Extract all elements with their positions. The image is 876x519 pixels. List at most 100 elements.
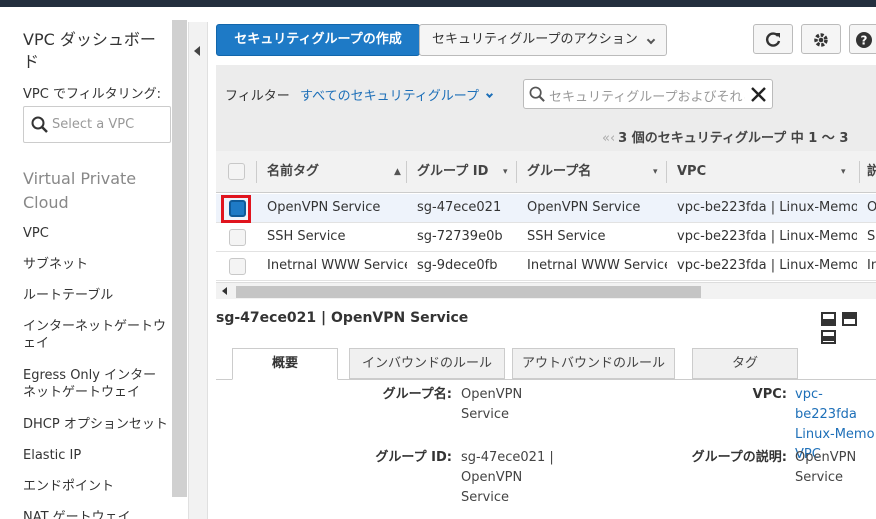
sidebar-item-subnets[interactable]: サブネット [23, 256, 168, 273]
cell-vpc: vpc-be223fda | Linux-Memo ... [677, 200, 857, 215]
vpc-select-placeholder: Select a VPC [52, 117, 135, 132]
refresh-button[interactable] [753, 24, 793, 54]
sidebar-item-internet-gateways[interactable]: インターネットゲートウェイ [23, 318, 168, 352]
help-icon: ? [856, 32, 872, 48]
cell-vpc: vpc-be223fda | Linux-Memo ... [677, 229, 857, 244]
sidebar: VPC ダッシュボード VPC でフィルタリング: Select a VPC V… [0, 7, 172, 519]
column-header-vpc[interactable]: VPC ▾ [677, 151, 857, 193]
select-all-checkbox[interactable] [228, 163, 245, 180]
gear-icon [814, 33, 828, 47]
sidebar-nav: VPC サブネット ルートテーブル インターネットゲートウェイ Egress O… [23, 225, 168, 519]
table-row[interactable]: OpenVPN Service sg-47ece021 OpenVPN Serv… [216, 194, 876, 223]
group-id-value: sg-47ece021 | OpenVPN Service [461, 450, 554, 505]
group-name-label: グループ名: [382, 387, 452, 402]
row-checkbox[interactable] [229, 258, 246, 275]
table-horizontal-scrollbar[interactable] [216, 282, 876, 299]
sidebar-item-nat-gateways[interactable]: NAT ゲートウェイ [23, 509, 168, 519]
tab-outbound-rules[interactable]: アウトバウンドのルール [512, 348, 675, 379]
vpc-select[interactable]: Select a VPC [23, 106, 171, 143]
chevron-down-icon [646, 35, 656, 45]
main-content: セキュリティグループの作成 セキュリティグループのアクション ? フィルター す… [209, 7, 876, 519]
cell-description: SSH Service [867, 229, 876, 244]
sidebar-scrollbar[interactable] [172, 20, 187, 497]
column-separator [666, 161, 667, 183]
help-button[interactable]: ? [849, 24, 876, 54]
filter-bar: フィルター すべてのセキュリティグループ セキュリティグループおよびそれらのルー… [216, 65, 876, 151]
refresh-icon [766, 32, 781, 47]
tab-tags[interactable]: タグ [692, 348, 798, 379]
pagination: «‹ 3 個のセキュリティグループ 中 1 ～ 3 [602, 127, 876, 146]
tab-overview[interactable]: 概要 [232, 348, 338, 380]
scroll-left-icon[interactable] [222, 287, 227, 295]
column-header-group-id[interactable]: グループ ID ▾ [417, 151, 517, 193]
search-icon [529, 86, 545, 102]
detail-title: sg-47ece021 | OpenVPN Service [216, 310, 469, 326]
security-group-actions-button[interactable]: セキュリティグループのアクション [419, 24, 667, 56]
scrollbar-thumb[interactable] [236, 286, 701, 298]
filter-label: フィルター [225, 89, 290, 104]
sidebar-item-elastic-ip[interactable]: Elastic IP [23, 447, 168, 464]
group-description-label: グループの説明: [691, 450, 787, 465]
column-separator [516, 161, 517, 183]
security-group-search-input[interactable]: セキュリティグループおよびそれらのルールを検索 [523, 79, 773, 109]
sidebar-item-egress-only-gateways[interactable]: Egress Only インターネットゲートウェイ [23, 367, 168, 401]
cell-group-id: sg-9dece0fb [417, 258, 498, 273]
group-description-value: OpenVPN Service [795, 450, 857, 485]
cell-name-tag: SSH Service [267, 229, 346, 244]
panel-bottom-icon[interactable] [821, 312, 836, 326]
sidebar-item-dhcp-options[interactable]: DHCP オプションセット [23, 416, 168, 433]
sidebar-item-vpc[interactable]: VPC [23, 225, 168, 242]
sidebar-title[interactable]: VPC ダッシュボード [23, 29, 168, 73]
cell-vpc: vpc-be223fda | Linux-Memo ... [677, 258, 857, 273]
table-row[interactable]: Inetrnal WWW Service sg-9dece0fb Inetrna… [216, 252, 876, 281]
filter-scope-dropdown[interactable]: すべてのセキュリティグループ [300, 85, 494, 104]
top-bar [0, 0, 876, 7]
sort-icon: ▾ [841, 167, 846, 177]
sort-icon: ▾ [653, 167, 658, 177]
cell-name-tag: OpenVPN Service [267, 200, 381, 215]
cell-group-name: Inetrnal WWW Service [527, 258, 667, 273]
cell-group-id: sg-72739e0b [417, 229, 503, 244]
vpc-label: VPC: [752, 387, 787, 402]
column-header-group-name[interactable]: グループ名 ▾ [527, 151, 667, 193]
column-header-description[interactable]: 説明 [867, 151, 876, 193]
selection-highlight [221, 195, 251, 223]
cell-group-name: OpenVPN Service [527, 200, 641, 215]
svg-text:?: ? [861, 34, 868, 48]
cell-group-name: SSH Service [527, 229, 606, 244]
create-security-group-button[interactable]: セキュリティグループの作成 [216, 24, 420, 56]
row-checkbox[interactable] [229, 229, 246, 246]
clear-search-icon[interactable] [750, 86, 767, 103]
column-separator [256, 161, 257, 183]
sidebar-item-endpoints[interactable]: エンドポイント [23, 478, 168, 495]
column-header-name-tag[interactable]: 名前タグ ▲ [267, 151, 407, 193]
sidebar-collapse-toggle[interactable] [188, 22, 208, 519]
cell-group-id: sg-47ece021 [417, 200, 502, 215]
sidebar-section-title: Virtual Private Cloud [23, 169, 137, 212]
sort-asc-icon: ▲ [394, 167, 401, 177]
collapse-left-icon [194, 46, 200, 56]
cell-description: OpenVPN Service [867, 200, 876, 215]
group-id-label: グループ ID: [375, 450, 452, 465]
pagination-text: 3 個のセキュリティグループ 中 1 ～ 3 [618, 131, 849, 146]
first-page-icon[interactable]: «‹ [602, 131, 615, 146]
table-row[interactable]: SSH Service sg-72739e0b SSH Service vpc-… [216, 223, 876, 252]
filter-scope-label: すべてのセキュリティグループ [300, 89, 480, 104]
sidebar-item-route-tables[interactable]: ルートテーブル [23, 287, 168, 304]
search-icon [31, 116, 48, 133]
vpc-filter-label: VPC でフィルタリング: [23, 87, 162, 102]
search-placeholder: セキュリティグループおよびそれらのルールを検索 [549, 90, 745, 105]
toolbar: セキュリティグループの作成 セキュリティグループのアクション ? [209, 7, 876, 65]
column-separator [406, 161, 407, 183]
panel-top-icon[interactable] [842, 312, 857, 326]
detail-tabs: 概要 インバウンドのルール アウトバウンドのルール タグ [216, 340, 876, 380]
cell-name-tag: Inetrnal WWW Service [267, 258, 407, 273]
sort-icon: ▾ [503, 167, 508, 177]
actions-label: セキュリティグループのアクション [432, 32, 638, 47]
table-header: 名前タグ▲ グループ ID▾ グループ名▾ VPC▾ 説明 [216, 151, 876, 193]
column-separator [859, 161, 860, 183]
cell-description: Inetrnal WWW Service [867, 258, 876, 273]
tab-inbound-rules[interactable]: インバウンドのルール [349, 348, 505, 379]
settings-button[interactable] [801, 24, 841, 54]
chevron-down-icon [485, 90, 494, 99]
